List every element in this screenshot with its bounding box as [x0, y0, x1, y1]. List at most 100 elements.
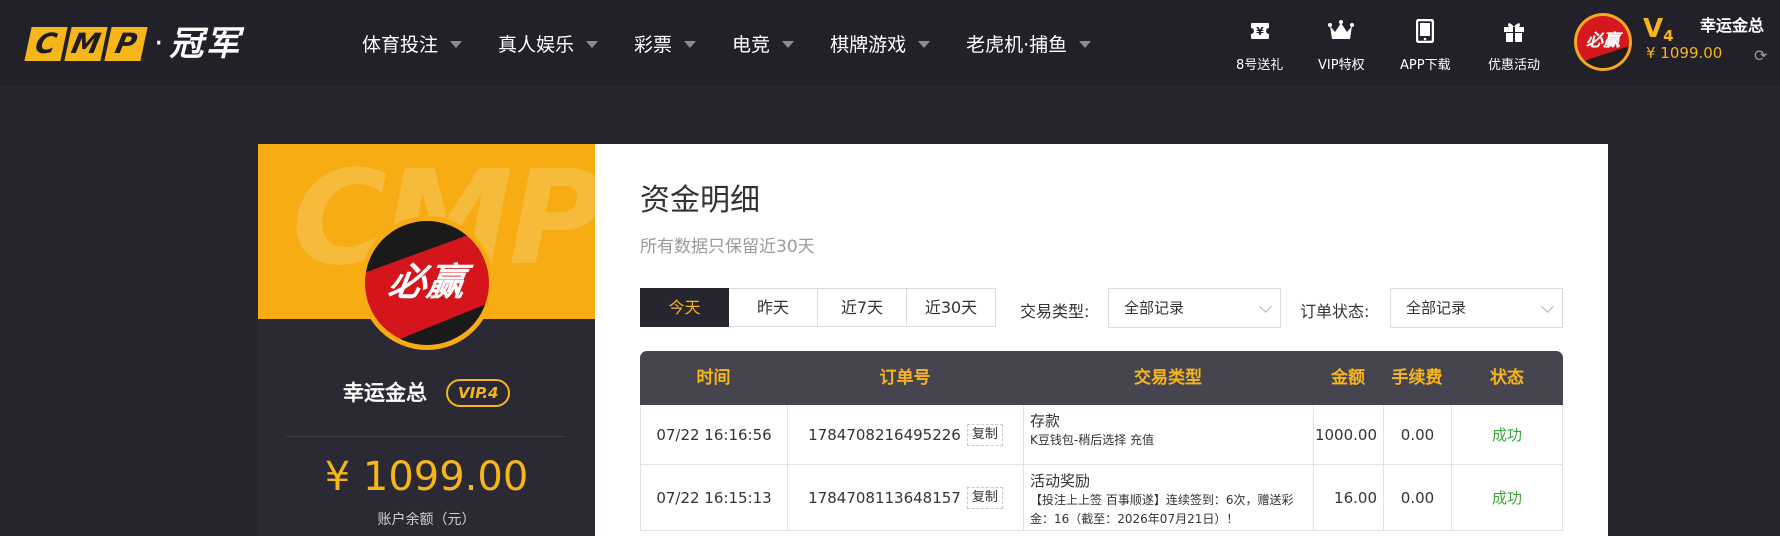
main-nav: 体育投注 真人娱乐 彩票 电竞 棋牌游戏 老虎机·捕鱼: [362, 28, 1127, 58]
header-balance: ¥ 1099.00: [1646, 44, 1723, 62]
nav-label: 彩票: [634, 33, 673, 56]
page-subtitle: 所有数据只保留近30天: [640, 237, 815, 257]
cell-status: 成功: [1451, 465, 1563, 530]
quick-link-label: VIP特权: [1318, 58, 1365, 73]
cell-fee: 0.00: [1383, 405, 1451, 464]
logo-letter: C: [24, 27, 68, 61]
logo-cmp: C M P: [24, 27, 148, 61]
transaction-type-select[interactable]: 全部记录: [1108, 288, 1281, 328]
cell-order: 1784708216495226 复制: [787, 405, 1023, 464]
gift-icon: [1501, 18, 1527, 44]
profile-avatar: 必赢: [360, 216, 494, 350]
logo-letter: P: [104, 27, 148, 61]
column-header: 手续费: [1391, 368, 1443, 388]
logo-letter: M: [64, 27, 108, 61]
cell-order: 1784708113648157 复制: [787, 465, 1023, 530]
type-main: 存款: [1030, 412, 1061, 430]
nav-label: 真人娱乐: [498, 33, 575, 56]
crown-icon: [1328, 18, 1355, 44]
vip-level-letter: V: [1643, 14, 1664, 44]
order-number: 1784708113648157: [808, 488, 961, 507]
tab-today[interactable]: 今天: [640, 288, 729, 327]
fund-details-panel: 资金明细 所有数据只保留近30天 今天 昨天 近7天 近30天 交易类型: 全部…: [595, 144, 1608, 536]
select-value: 全部记录: [1406, 299, 1467, 317]
quick-link-promotions[interactable]: 优惠活动: [1488, 18, 1540, 73]
column-header: 交易类型: [1134, 368, 1202, 388]
nav-item-card-games[interactable]: 棋牌游戏: [830, 28, 931, 58]
chevron-down-icon: [782, 40, 795, 48]
cell-type: 活动奖励 【投注上上签 百事顺遂】连续签到：6次，赠送彩金：16（截至：2026…: [1023, 465, 1313, 530]
copy-button[interactable]: 复制: [966, 486, 1003, 509]
logo-text: 冠军: [169, 24, 242, 64]
type-detail: K豆钱包-稍后选择 充值: [1030, 433, 1155, 447]
avatar-logo-text: 必赢: [1586, 31, 1620, 51]
ticket-icon: ¥: [1247, 18, 1273, 44]
refresh-icon[interactable]: ⟳: [1754, 46, 1767, 65]
tablet-icon: [1412, 18, 1438, 44]
quick-link-label: 8号送礼: [1236, 58, 1284, 73]
chevron-down-icon: [1541, 300, 1554, 313]
tab-yesterday[interactable]: 昨天: [729, 288, 818, 327]
page-title: 资金明细: [640, 183, 760, 218]
column-header: 金额: [1331, 368, 1365, 388]
nav-label: 老虎机·捕鱼: [966, 33, 1068, 56]
column-header: 订单号: [879, 368, 931, 388]
nav-item-slots-fishing[interactable]: 老虎机·捕鱼: [966, 28, 1092, 58]
svg-text:¥: ¥: [1256, 25, 1264, 38]
username: 幸运金总: [1700, 16, 1765, 35]
cell-amount: 16.00: [1313, 465, 1383, 530]
avatar-image: 必赢: [365, 221, 489, 345]
quick-link-vip[interactable]: VIP特权: [1318, 18, 1365, 73]
avatar-logo-text: 必赢: [385, 260, 469, 304]
avatar-image: 必赢: [1577, 16, 1629, 68]
cell-amount: 1000.00: [1313, 405, 1383, 464]
cell-type: 存款 K豆钱包-稍后选择 充值: [1023, 405, 1313, 464]
vip-level-number: 4: [1663, 27, 1674, 45]
tab-last-30-days[interactable]: 近30天: [907, 288, 996, 327]
nav-item-esports[interactable]: 电竞: [732, 28, 795, 58]
quick-link-gift-8[interactable]: ¥ 8号送礼: [1236, 18, 1283, 73]
brand-logo[interactable]: C M P · 冠军: [24, 24, 242, 64]
chevron-down-icon: [1079, 40, 1092, 48]
tab-last-7-days[interactable]: 近7天: [818, 288, 907, 327]
chevron-down-icon: [586, 40, 599, 48]
table-header: 时间 订单号 交易类型 金额 手续费 状态: [640, 351, 1563, 405]
quick-link-label: APP下载: [1400, 58, 1451, 73]
cell-status: 成功: [1451, 405, 1563, 464]
quick-link-label: 优惠活动: [1488, 58, 1541, 73]
order-status-label: 订单状态:: [1300, 302, 1370, 321]
chevron-down-icon: [918, 40, 931, 48]
account-balance-label: 账户余额（元）: [377, 512, 476, 528]
cell-fee: 0.00: [1383, 465, 1451, 530]
column-header: 时间: [696, 368, 731, 388]
account-balance: ¥ 1099.00: [324, 454, 529, 500]
divider: [286, 436, 566, 437]
table-row: 07/22 16:16:56 1784708216495226 复制 存款 K豆…: [640, 405, 1563, 465]
copy-button[interactable]: 复制: [966, 423, 1003, 446]
nav-label: 体育投注: [362, 33, 439, 56]
chevron-down-icon: [450, 40, 463, 48]
select-value: 全部记录: [1124, 299, 1185, 317]
column-header: 状态: [1490, 368, 1524, 388]
chevron-down-icon: [684, 40, 697, 48]
cell-time: 07/22 16:16:56: [640, 405, 787, 464]
nav-item-lottery[interactable]: 彩票: [634, 28, 697, 58]
nav-item-sports[interactable]: 体育投注: [362, 28, 463, 58]
date-range-tabs: 今天 昨天 近7天 近30天: [640, 288, 996, 327]
transactions-table: 时间 订单号 交易类型 金额 手续费 状态 07/22 16:16:56 178…: [640, 351, 1563, 531]
quick-link-app-download[interactable]: APP下载: [1400, 18, 1451, 73]
profile-username: 幸运金总: [343, 381, 427, 405]
type-main: 活动奖励: [1030, 472, 1091, 490]
profile-panel: CMP 必赢 幸运金总 VIP.4 ¥ 1099.00 账户余额（元）: [258, 144, 595, 536]
logo-dot: ·: [154, 26, 164, 61]
cell-time: 07/22 16:15:13: [640, 465, 787, 530]
type-detail: 【投注上上签 百事顺遂】连续签到：6次，赠送彩金：16（截至：2026年07月2…: [1030, 493, 1294, 526]
user-avatar[interactable]: 必赢: [1574, 13, 1632, 71]
nav-item-live-casino[interactable]: 真人娱乐: [498, 28, 599, 58]
order-status-select[interactable]: 全部记录: [1390, 288, 1563, 328]
chevron-down-icon: [1259, 300, 1272, 313]
nav-label: 电竞: [732, 33, 771, 56]
table-row: 07/22 16:15:13 1784708113648157 复制 活动奖励 …: [640, 465, 1563, 531]
transaction-type-label: 交易类型:: [1020, 302, 1090, 321]
vip-badge: VIP.4: [446, 379, 511, 407]
